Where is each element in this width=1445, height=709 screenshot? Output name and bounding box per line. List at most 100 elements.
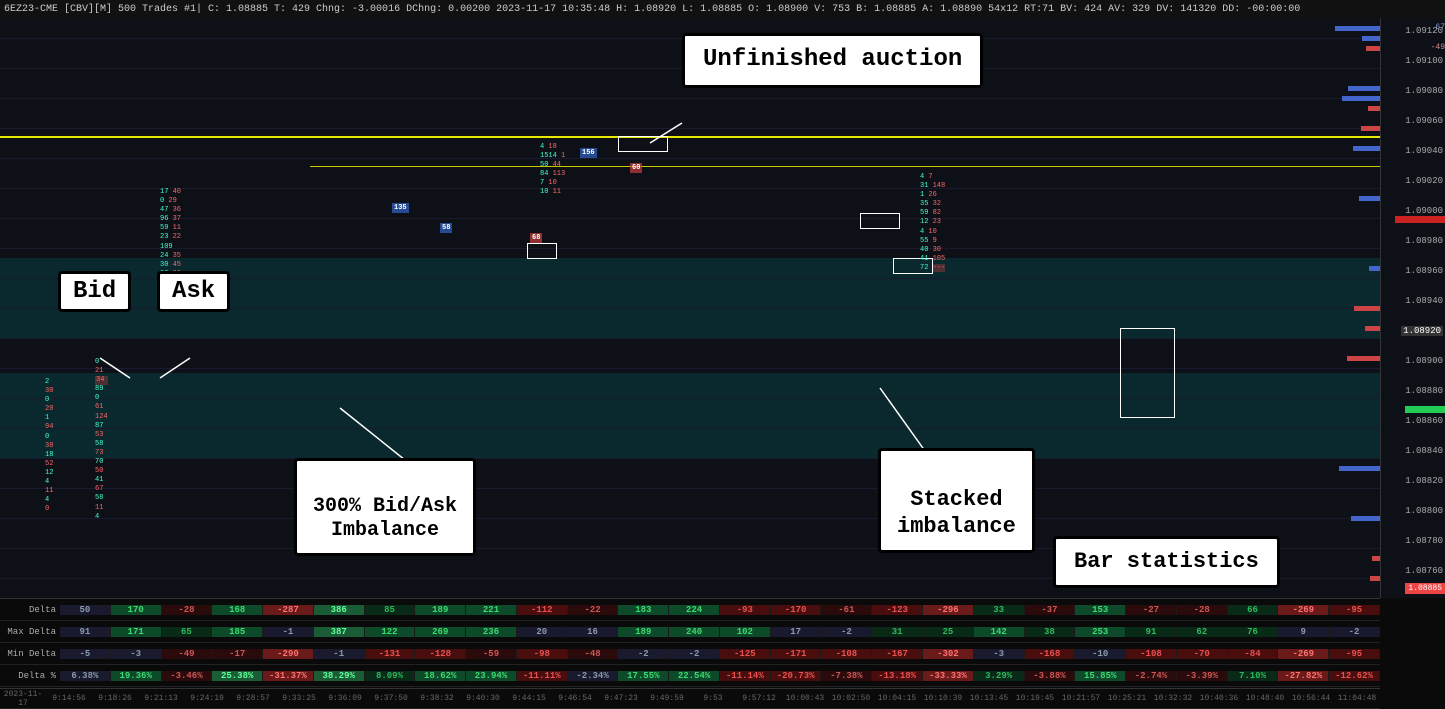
stat-cell-r0-c19: -37 bbox=[1025, 605, 1076, 615]
stat-cell-r2-c2: -49 bbox=[162, 649, 213, 659]
stat-cell-r2-c24: -269 bbox=[1278, 649, 1329, 659]
fp-right-area: 4 7 31 148 1 26 35 32 59 82 12 23 4 10 5… bbox=[920, 173, 945, 273]
price-1.09020: 1.09020 bbox=[1405, 176, 1443, 186]
stat-cell-r0-c16: -123 bbox=[872, 605, 923, 615]
hist-bar-neg122 bbox=[1347, 356, 1380, 361]
stat-cell-r3-c9: -11.11% bbox=[517, 671, 568, 681]
grid-line bbox=[0, 248, 1380, 249]
imbalance-box-2 bbox=[618, 136, 668, 152]
stat-cell-r1-c18: 142 bbox=[974, 627, 1025, 637]
stat-cell-r3-c22: -3.39% bbox=[1177, 671, 1228, 681]
stat-cell-r2-c23: -84 bbox=[1228, 649, 1279, 659]
stat-cell-r0-c12: 224 bbox=[669, 605, 720, 615]
stat-cell-r2-c20: -10 bbox=[1075, 649, 1126, 659]
hist-bar-neg54 bbox=[1365, 326, 1380, 331]
stat-cell-r1-c12: 240 bbox=[669, 627, 720, 637]
price-1.08860: 1.08860 bbox=[1405, 416, 1443, 426]
fp-col-2: 021 3489 061124 8753 5873 7050 4167 5811… bbox=[95, 358, 108, 522]
stat-cell-r0-c23: 66 bbox=[1228, 605, 1279, 615]
max-delta-row: Max Delta 9117165185-1387122269236201618… bbox=[0, 621, 1380, 643]
stat-cell-r1-c5: 387 bbox=[314, 627, 365, 637]
hist-bar-neg34 bbox=[1370, 576, 1380, 581]
stat-cell-r2-c15: -108 bbox=[821, 649, 872, 659]
stat-cell-r1-c15: -2 bbox=[821, 627, 872, 637]
stat-cell-r0-c1: 170 bbox=[111, 605, 162, 615]
stat-cell-r2-c8: -59 bbox=[466, 649, 517, 659]
imbalance-box-1 bbox=[527, 243, 557, 259]
stat-cell-r1-c16: 31 bbox=[872, 627, 923, 637]
stat-cell-r1-c3: 185 bbox=[212, 627, 263, 637]
price-1.09040: 1.09040 bbox=[1405, 146, 1443, 156]
stat-cell-r2-c25: -95 bbox=[1329, 649, 1380, 659]
stat-cell-r2-c11: -2 bbox=[618, 649, 669, 659]
time-label-28: 10:56:44 bbox=[1288, 694, 1334, 703]
price-axis: 1.09120 1.09100 1.09080 1.09060 1.09040 … bbox=[1380, 18, 1445, 598]
hist-bar-76 bbox=[1359, 196, 1380, 201]
price-1.08840: 1.08840 bbox=[1405, 446, 1443, 456]
stat-cell-r2-c12: -2 bbox=[669, 649, 720, 659]
time-label-4: 9:24:19 bbox=[184, 694, 230, 703]
stat-cell-r3-c13: -11.14% bbox=[720, 671, 771, 681]
stat-cell-r0-c21: -27 bbox=[1126, 605, 1177, 615]
stat-cell-r2-c18: -3 bbox=[974, 649, 1025, 659]
stat-cell-r0-c8: 221 bbox=[466, 605, 517, 615]
stat-cell-r3-c14: -20.73% bbox=[771, 671, 822, 681]
stat-cell-r0-c6: 85 bbox=[365, 605, 416, 615]
min-delta-cells: -5-3-49-17-290-1-131-128-59-98-48-2-2-12… bbox=[60, 649, 1380, 659]
time-label-26: 10:40:36 bbox=[1196, 694, 1242, 703]
time-label-21: 10:13:45 bbox=[966, 694, 1012, 703]
stat-cell-r3-c23: 7.10% bbox=[1228, 671, 1279, 681]
annotation-bid: Bid bbox=[58, 271, 131, 312]
stat-cell-r2-c3: -17 bbox=[212, 649, 263, 659]
stat-cell-r3-c18: 3.29% bbox=[974, 671, 1025, 681]
price-1.08980: 1.08980 bbox=[1405, 236, 1443, 246]
price-1.08780: 1.08780 bbox=[1405, 536, 1443, 546]
stat-cell-r2-c7: -128 bbox=[415, 649, 466, 659]
stat-cell-r3-c6: 8.09% bbox=[365, 671, 416, 681]
stat-cell-r3-c1: 19.36% bbox=[111, 671, 162, 681]
imbalance-cell-blue-1: 135 bbox=[392, 203, 409, 213]
delta-label: Delta bbox=[0, 605, 60, 615]
price-1.08920: 1.08920 bbox=[1401, 326, 1443, 336]
stat-cell-r2-c10: -48 bbox=[568, 649, 619, 659]
stat-cell-r2-c13: -125 bbox=[720, 649, 771, 659]
stat-cell-r3-c0: 6.38% bbox=[60, 671, 111, 681]
hist-bar-67 bbox=[1362, 36, 1380, 41]
time-label-17: 10:00:43 bbox=[782, 694, 828, 703]
time-label-5: 9:28:57 bbox=[230, 694, 276, 703]
stat-cell-r0-c13: -93 bbox=[720, 605, 771, 615]
stat-cell-r2-c19: -168 bbox=[1025, 649, 1076, 659]
stat-cell-r2-c0: -5 bbox=[60, 649, 111, 659]
grid-line bbox=[0, 128, 1380, 129]
price-1.09100: 1.09100 bbox=[1405, 56, 1443, 66]
delta-cells: 50170-28168-28738685189221-112-22183224-… bbox=[60, 605, 1380, 615]
delta-pct-cells: 6.38%19.36%-3.46%25.38%-31.37%38.29%8.09… bbox=[60, 671, 1380, 681]
time-label-20: 10:10:39 bbox=[920, 694, 966, 703]
min-delta-row: Min Delta -5-3-49-17-290-1-131-128-59-98… bbox=[0, 643, 1380, 665]
stat-cell-r0-c3: 168 bbox=[212, 605, 263, 615]
price-1.08940: 1.08940 bbox=[1405, 296, 1443, 306]
stat-cell-r3-c17: -33.33% bbox=[923, 671, 974, 681]
stat-cell-r3-c19: -3.88% bbox=[1025, 671, 1076, 681]
stat-cell-r1-c17: 25 bbox=[923, 627, 974, 637]
grid-line bbox=[0, 158, 1380, 159]
grid-line bbox=[0, 98, 1380, 99]
stat-cell-r0-c18: 33 bbox=[974, 605, 1025, 615]
imbalance-box-3 bbox=[860, 213, 900, 229]
hist-bar-neg70 bbox=[1361, 126, 1380, 131]
stat-cell-r0-c10: -22 bbox=[568, 605, 619, 615]
stat-cell-r1-c13: 102 bbox=[720, 627, 771, 637]
stat-cell-r3-c8: 23.94% bbox=[466, 671, 517, 681]
stat-cell-r3-c5: 38.29% bbox=[314, 671, 365, 681]
stat-cell-r1-c4: -1 bbox=[263, 627, 314, 637]
stat-cell-r1-c19: 38 bbox=[1025, 627, 1076, 637]
max-delta-label: Max Delta bbox=[0, 627, 60, 637]
stat-cell-r0-c0: 50 bbox=[60, 605, 111, 615]
time-label-3: 9:21:13 bbox=[138, 694, 184, 703]
time-label-29: 11:04:48 bbox=[1334, 694, 1380, 703]
stat-cell-r1-c7: 269 bbox=[415, 627, 466, 637]
hist-bar-40 bbox=[1369, 266, 1380, 271]
hist-bar-150 bbox=[1339, 466, 1380, 471]
stat-cell-r3-c25: -12.62% bbox=[1329, 671, 1380, 681]
delta-row: Delta 50170-28168-28738685189221-112-221… bbox=[0, 599, 1380, 621]
